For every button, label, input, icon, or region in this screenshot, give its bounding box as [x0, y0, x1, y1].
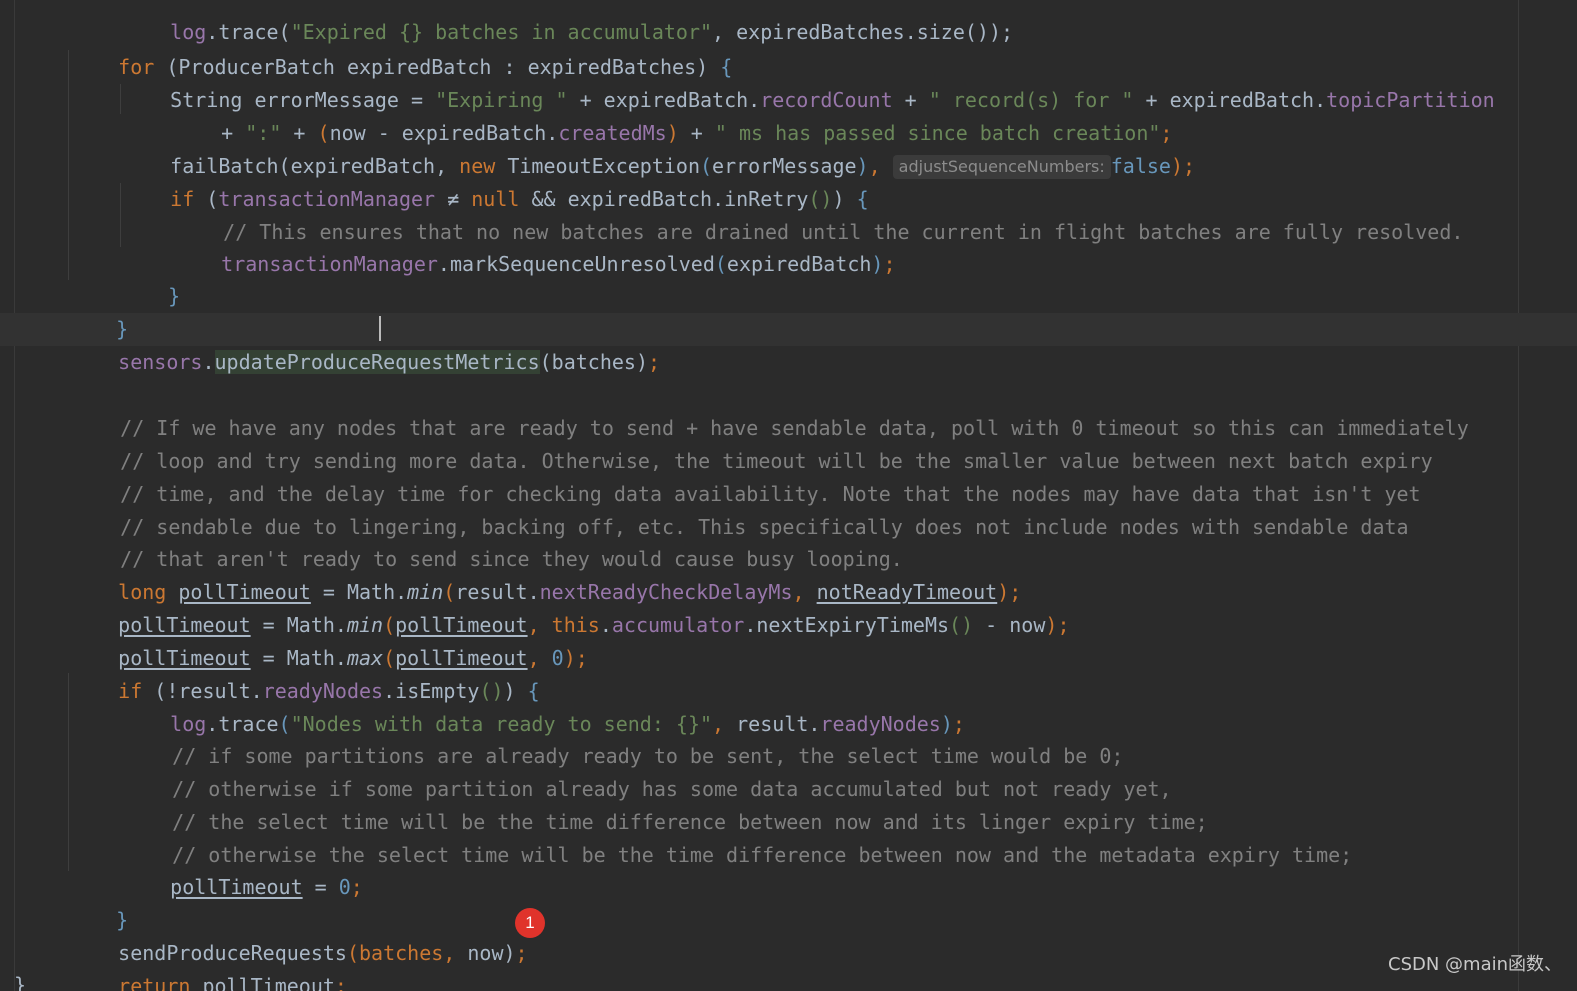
- code-line: transactionManager.markSequenceUnresolve…: [173, 215, 895, 276]
- token: (: [714, 252, 727, 276]
- token: transactionManager: [221, 252, 438, 276]
- token: }: [168, 284, 181, 308]
- code-line: return pollTimeout;: [70, 937, 347, 991]
- token: .nextExpiryTimeMs: [744, 613, 950, 637]
- token: return: [118, 974, 191, 991]
- token: updateProduceReq: [214, 350, 408, 374]
- code-line: log.trace("Nodes with data ready to send…: [122, 675, 965, 736]
- watermark: CSDN @main函数、: [1388, 954, 1563, 975]
- token: accumulator: [611, 613, 745, 637]
- token: ;: [350, 875, 363, 899]
- code-line: }: [68, 280, 128, 341]
- token: 0: [551, 646, 564, 670]
- token: ,: [443, 941, 468, 965]
- token: - now: [973, 613, 1046, 637]
- code-line: failBatch(expiredBatch, new TimeoutExcep…: [122, 117, 1195, 179]
- code-comment: // time, and the delay time for checking…: [72, 445, 1420, 506]
- token: , expiredBatches.size());: [712, 20, 1014, 44]
- code-comment: // This ensures that no new batches are …: [175, 183, 1463, 244]
- code-line: }: [68, 871, 128, 932]
- code-comment: // loop and try sending more data. Other…: [72, 412, 1432, 473]
- token: .: [202, 350, 215, 374]
- token: 0: [338, 875, 351, 899]
- code-comment: // otherwise if some partition already h…: [124, 740, 1171, 801]
- gutter-divider: [14, 0, 15, 991]
- code-comment: // otherwise the select time will be the…: [124, 806, 1352, 867]
- code-comment: // that aren't ready to send since they …: [72, 510, 903, 571]
- step-marker-badge: 1: [515, 908, 545, 938]
- token: ;: [575, 646, 588, 670]
- token: pollTimeout: [170, 875, 303, 899]
- token: .markSequenceUnresolved: [437, 252, 715, 276]
- code-line: log.trace("Expired {} batches in accumul…: [122, 0, 1013, 44]
- code-comment: // if some partitions are already ready …: [124, 707, 1123, 768]
- token: =: [302, 875, 339, 899]
- code-line: sensors.updateProduceRequestMetrics(batc…: [70, 313, 660, 374]
- code-line: pollTimeout = Math.min(pollTimeout, this…: [70, 576, 1069, 637]
- code-line: if (transactionManager ≠ null && expired…: [122, 150, 868, 211]
- token: ;: [648, 350, 661, 374]
- code-comment: // If we have any nodes that are ready t…: [72, 379, 1469, 440]
- code-editor[interactable]: log.trace("Expired {} batches in accumul…: [0, 0, 1577, 991]
- code-line: + ":" + (now - expiredBatch.createdMs) +…: [173, 84, 1172, 145]
- token: pollTimeout: [202, 974, 335, 991]
- code-comment: // the select time will be the time diff…: [124, 773, 1208, 834]
- code-line: }: [120, 247, 180, 308]
- indent-guide: [120, 84, 121, 114]
- code-line: for (ProducerBatch expiredBatch : expire…: [70, 18, 732, 79]
- code-line: sendProduceRequests(batches, now);: [70, 904, 527, 965]
- code-line: pollTimeout = Math.max(pollTimeout, 0);: [70, 609, 588, 670]
- code-line: String errorMessage = "Expiring " + expi…: [122, 51, 1495, 112]
- indent-guide: [68, 50, 69, 280]
- token: );: [1170, 154, 1196, 178]
- token: ,: [868, 154, 893, 178]
- code-line: long pollTimeout = Math.min(result.nextR…: [70, 543, 1021, 604]
- right-margin-guide: [1518, 0, 1519, 991]
- indent-guide: [68, 673, 69, 871]
- parameter-hint: adjustSequenceNumbers:: [892, 155, 1111, 179]
- token: uestMetrics: [407, 350, 540, 374]
- token: (batches: [346, 941, 444, 965]
- token: ): [563, 646, 576, 670]
- token: ;: [1057, 613, 1070, 637]
- token: (batches): [539, 350, 648, 374]
- closing-brace: }: [14, 975, 24, 991]
- token: .: [599, 613, 612, 637]
- token: false: [1110, 154, 1171, 178]
- token: now): [467, 941, 516, 965]
- token: (): [949, 613, 974, 637]
- indent-guide: [120, 183, 121, 247]
- token: ;: [883, 252, 896, 276]
- token: ;: [515, 941, 528, 965]
- token: ): [1045, 613, 1058, 637]
- token: ): [871, 252, 884, 276]
- code-comment: // sendable due to lingering, backing of…: [72, 478, 1408, 539]
- code-line: pollTimeout = 0;: [122, 838, 363, 899]
- token: ;: [334, 974, 347, 991]
- token: topicPartition: [1326, 88, 1495, 112]
- text-caret: [379, 316, 381, 341]
- token: sensors: [118, 350, 203, 374]
- token: expiredBatch: [726, 252, 872, 276]
- code-line: if (!result.readyNodes.isEmpty()) {: [70, 642, 540, 703]
